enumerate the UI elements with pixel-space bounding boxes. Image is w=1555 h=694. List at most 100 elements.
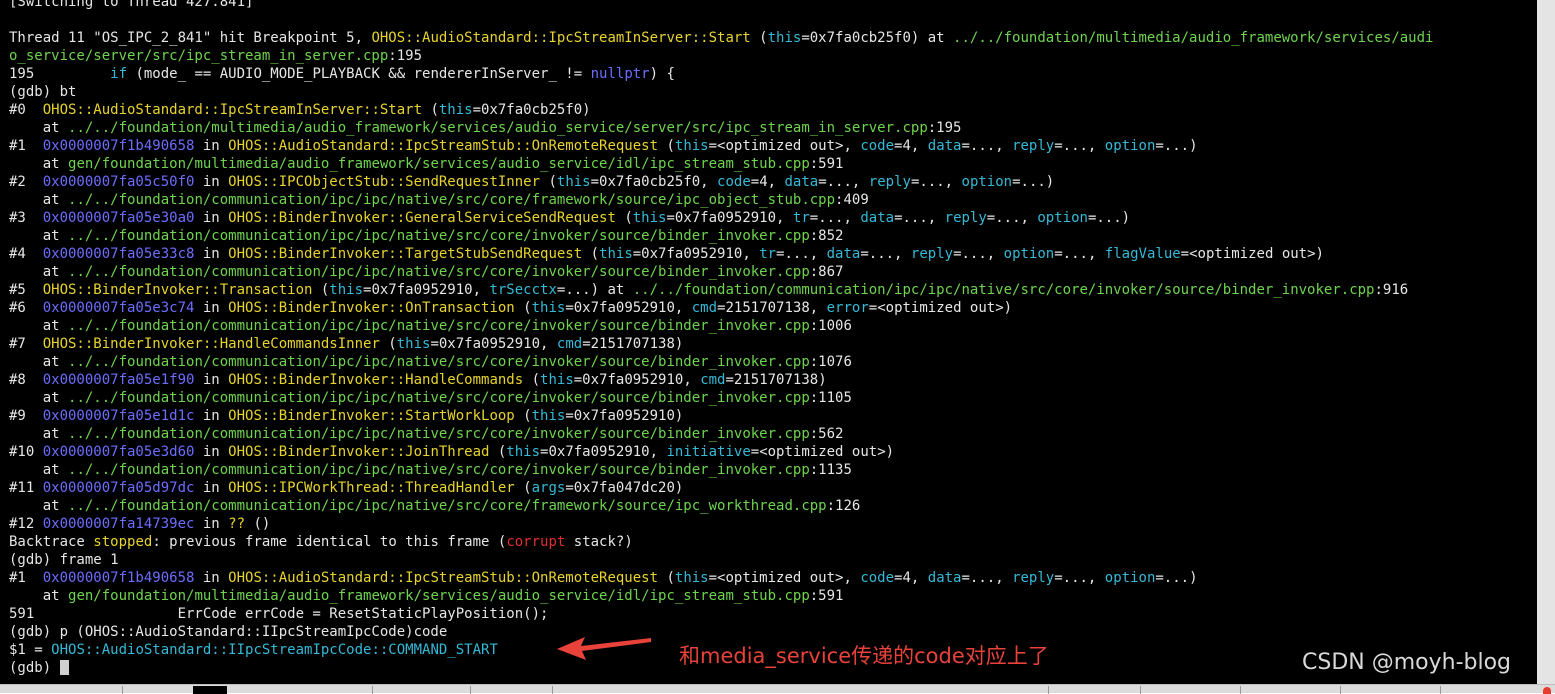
terminal-text-segment: ( <box>540 174 557 190</box>
terminal-text-segment: $1 = <box>9 642 52 658</box>
terminal-text-segment: =<optimized out>) <box>868 300 1013 316</box>
terminal-text-segment: #12 <box>9 516 43 532</box>
terminal-text-segment: :195 <box>927 120 962 136</box>
terminal-text-segment: =2151707138, <box>717 300 827 316</box>
terminal-text-segment: reply <box>910 246 954 262</box>
terminal-text-segment: option <box>1104 138 1156 154</box>
terminal-text-segment: reply <box>944 210 987 226</box>
terminal-text-segment: this <box>396 336 431 352</box>
terminal-text-segment: =0x7fa0952910, <box>565 300 692 316</box>
terminal-line: 591 ErrCode errCode = ResetStaticPlayPos… <box>9 605 1433 623</box>
terminal-text-segment: ../../foundation/multimedia/audio_framew… <box>68 120 928 136</box>
terminal-text-segment: in <box>194 570 229 586</box>
terminal-text-segment: ( <box>312 282 330 298</box>
terminal-line: (gdb) bt <box>9 83 1433 101</box>
terminal-text-segment: reply <box>1012 138 1055 154</box>
terminal-text-segment: :852 <box>809 228 844 244</box>
terminal-line: at ../../foundation/communication/ipc/ip… <box>9 389 1433 407</box>
terminal-text-segment: at <box>9 120 69 136</box>
terminal-text-segment: flagValue <box>1104 246 1181 262</box>
terminal-line: at ../../foundation/communication/ipc/ip… <box>9 227 1433 245</box>
terminal-line: Backtrace stopped: previous frame identi… <box>9 533 1433 551</box>
terminal-text-segment: cmd <box>556 336 583 352</box>
terminal-text-segment: (gdb) <box>9 660 60 676</box>
terminal-text-segment: this <box>531 300 566 316</box>
terminal-text-segment: =0x7fa047dc20) <box>565 480 684 496</box>
terminal-text-segment: reply <box>1012 570 1055 586</box>
terminal-text-segment: =0x7fa0952910, <box>632 246 760 262</box>
terminal-text-segment: ) { <box>649 66 675 82</box>
terminal-line: #4 0x0000007fa05e33c8 in OHOS::BinderInv… <box>9 245 1433 263</box>
terminal-text-segment: data <box>927 570 962 586</box>
terminal-window[interactable]: [Switching to Thread 427.841] Thread 11 "… <box>0 0 1537 684</box>
terminal-text-segment: this <box>506 444 541 460</box>
terminal-line: #2 0x0000007fa05c50f0 in OHOS::IPCObject… <box>9 173 1433 191</box>
terminal-text-segment: in <box>194 210 229 226</box>
terminal-text-segment: ../../foundation/communication/ipc/ipc/n… <box>68 426 810 442</box>
terminal-text-segment: nullptr <box>590 66 650 82</box>
terminal-text-segment: trSecctx <box>489 282 557 298</box>
terminal-text-segment: in <box>194 444 229 460</box>
terminal-line: at gen/foundation/multimedia/audio_frame… <box>9 587 1433 605</box>
terminal-text-segment: =..., <box>1054 138 1105 154</box>
taskbar <box>0 684 1555 694</box>
terminal-text-segment: 0x0000007fa05e3c74 <box>42 300 195 316</box>
terminal-text-segment: (mode_ == AUDIO_MODE_PLAYBACK && rendere… <box>127 66 591 82</box>
terminal-text-segment: in <box>194 138 229 154</box>
terminal-text-segment: #7 <box>9 336 43 352</box>
terminal-text-segment: Backtrace <box>9 534 94 550</box>
terminal-text-segment: 0x0000007fa05e33c8 <box>42 246 195 262</box>
terminal-text-segment: ../../foundation/communication/ipc/ipc/n… <box>68 264 810 280</box>
terminal-line: #3 0x0000007fa05e30a0 in OHOS::BinderInv… <box>9 209 1433 227</box>
terminal-text-segment: =..., <box>986 210 1038 226</box>
terminal-line: #11 0x0000007fa05d97dc in OHOS::IPCWorkT… <box>9 479 1433 497</box>
terminal-cursor[interactable] <box>59 660 69 675</box>
terminal-text-segment: initiative <box>666 444 751 460</box>
terminal-text-segment: OHOS::IPCWorkThread::ThreadHandler <box>228 480 515 496</box>
terminal-text-segment: :591 <box>809 588 844 604</box>
terminal-text-segment: OHOS::AudioStandard::IpcStreamInServer::… <box>371 30 751 46</box>
terminal-text-segment: OHOS::AudioStandard::IpcStreamStub::OnRe… <box>228 570 659 586</box>
terminal-text-segment: tr <box>759 246 777 262</box>
terminal-text-segment: =...) <box>1155 570 1198 586</box>
terminal-text-segment: gen/foundation/multimedia/audio_framewor… <box>68 156 810 172</box>
terminal-line: (gdb) frame 1 <box>9 551 1433 569</box>
terminal-text-segment: ( <box>582 246 600 262</box>
terminal-text-segment: =..., <box>818 174 869 190</box>
terminal-text-segment: this <box>556 174 591 190</box>
terminal-line: Thread 11 "OS_IPC_2_841" hit Breakpoint … <box>9 29 1433 47</box>
terminal-text-segment: 0x0000007fa05e3d60 <box>42 444 195 460</box>
terminal-text-segment: ( <box>750 30 768 46</box>
terminal-text-segment: in <box>194 300 229 316</box>
terminal-text-segment: =..., <box>1054 246 1105 262</box>
terminal-text-segment: 0x0000007fa05d97dc <box>42 480 195 496</box>
terminal-text-segment: :1076 <box>809 354 852 370</box>
terminal-text-segment: corrupt <box>506 534 566 550</box>
terminal-line: at ../../foundation/communication/ipc/ip… <box>9 191 1433 209</box>
terminal-line: #12 0x0000007fa14739ec in ?? () <box>9 515 1433 533</box>
terminal-text-segment: =0x7fa0952910, <box>666 210 793 226</box>
terminal-text-segment: gen/foundation/multimedia/audio_framewor… <box>68 588 810 604</box>
terminal-text-segment: ../../foundation/communication/ipc/ipc/n… <box>68 192 836 208</box>
terminal-text-segment: :1006 <box>809 318 852 334</box>
terminal-text-segment: =..., <box>910 174 962 190</box>
terminal-text-segment: =0x7fa0952910, <box>573 372 701 388</box>
terminal-text-segment: ( <box>514 408 532 424</box>
terminal-text-segment: =4, <box>894 570 928 586</box>
terminal-text-segment: OHOS::IPCObjectStub::SendRequestInner <box>228 174 541 190</box>
terminal-text-segment: OHOS::BinderInvoker::StartWorkLoop <box>228 408 515 424</box>
terminal-text-segment: =..., <box>894 210 945 226</box>
terminal-text-segment: OHOS::AudioStandard::IIpcStreamIpcCode::… <box>51 642 498 658</box>
terminal-line: o_service/server/src/ipc_stream_in_serve… <box>9 47 1433 65</box>
terminal-text-segment: at <box>9 156 69 172</box>
terminal-text-segment: OHOS::BinderInvoker::HandleCommands <box>228 372 524 388</box>
terminal-text-segment: at <box>9 264 69 280</box>
terminal-text-segment: option <box>1037 210 1088 226</box>
terminal-text-segment: in <box>194 408 229 424</box>
terminal-text-segment: OHOS::AudioStandard::IpcStreamStub::OnRe… <box>228 138 659 154</box>
terminal-text-segment: #9 <box>9 408 43 424</box>
terminal-line: #0 OHOS::AudioStandard::IpcStreamInServe… <box>9 101 1433 119</box>
terminal-text-segment: =<optimized out>, <box>708 138 861 154</box>
terminal-scrollbar[interactable] <box>1537 0 1555 684</box>
